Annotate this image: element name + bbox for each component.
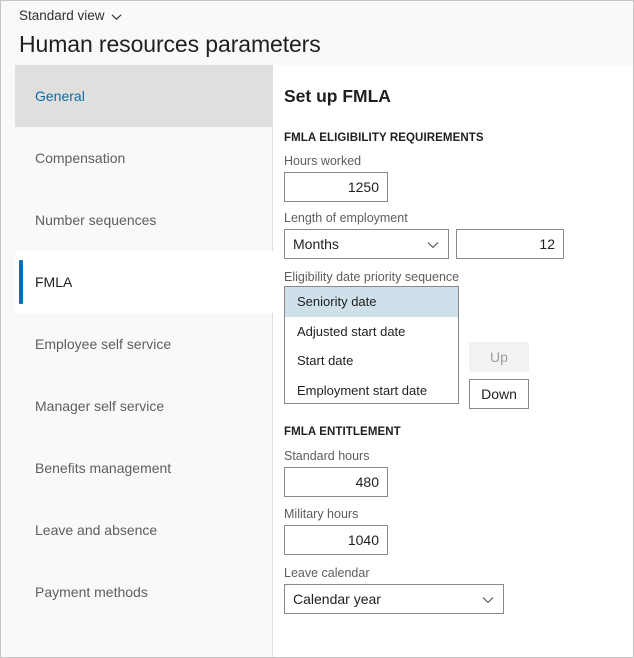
sidebar-item-label: Payment methods bbox=[35, 584, 148, 600]
selection-accent-bar bbox=[19, 260, 23, 304]
sidebar-item-payment-methods[interactable]: Payment methods bbox=[15, 561, 273, 623]
sidebar-item-label: FMLA bbox=[35, 274, 73, 290]
list-item-label: Seniority date bbox=[297, 294, 377, 310]
sidebar-item-general[interactable]: General bbox=[15, 65, 273, 127]
sidebar-item-number-sequences[interactable]: Number sequences bbox=[15, 189, 273, 251]
sidebar-item-manager-self-service[interactable]: Manager self service bbox=[15, 375, 273, 437]
settings-content-panel: Set up FMLA FMLA ELIGIBILITY REQUIREMENT… bbox=[274, 65, 633, 657]
leave-calendar-dropdown[interactable]: Calendar year bbox=[284, 584, 504, 614]
list-item[interactable]: Adjusted start date bbox=[285, 316, 458, 346]
sidebar-item-label: Employee self service bbox=[35, 336, 172, 352]
list-item-label: Adjusted start date bbox=[297, 323, 406, 339]
sidebar-item-employee-self-service[interactable]: Employee self service bbox=[15, 313, 273, 375]
view-selector-dropdown[interactable]: Standard view bbox=[19, 8, 122, 24]
priority-sequence-listbox[interactable]: Seniority date Adjusted start date Start… bbox=[284, 286, 459, 404]
hours-worked-label: Hours worked bbox=[284, 154, 362, 168]
list-item-label: Start date bbox=[297, 353, 354, 369]
hours-worked-input[interactable] bbox=[284, 172, 388, 202]
sidebar-item-benefits-management[interactable]: Benefits management bbox=[15, 437, 273, 499]
move-down-button[interactable]: Down bbox=[469, 379, 529, 409]
settings-sidebar: General Compensation Number sequences FM… bbox=[1, 65, 273, 657]
length-of-employment-label: Length of employment bbox=[284, 211, 408, 225]
move-up-button[interactable]: Up bbox=[469, 342, 529, 372]
chevron-down-icon bbox=[482, 596, 494, 604]
sidebar-item-label: Manager self service bbox=[35, 398, 165, 414]
list-item[interactable]: Start date bbox=[285, 346, 458, 376]
human-resources-parameters-window: Standard view Human resources parameters… bbox=[0, 0, 634, 658]
military-hours-label: Military hours bbox=[284, 507, 359, 521]
list-item-label: Employment start date bbox=[297, 382, 428, 398]
sidebar-item-fmla[interactable]: FMLA bbox=[15, 251, 273, 313]
move-up-button-label: Up bbox=[490, 349, 508, 365]
chevron-down-icon bbox=[427, 241, 439, 249]
length-of-employment-unit-dropdown[interactable]: Months bbox=[284, 229, 449, 259]
view-selector-label: Standard view bbox=[19, 8, 105, 23]
leave-calendar-label: Leave calendar bbox=[284, 566, 370, 580]
list-item[interactable]: Employment start date bbox=[285, 375, 458, 403]
chevron-down-icon bbox=[111, 13, 122, 20]
length-of-employment-unit-value: Months bbox=[293, 236, 339, 252]
priority-sequence-label: Eligibility date priority sequence bbox=[284, 270, 460, 284]
move-down-button-label: Down bbox=[481, 386, 517, 402]
sidebar-item-label: Number sequences bbox=[35, 212, 157, 228]
standard-hours-label: Standard hours bbox=[284, 449, 370, 463]
leave-calendar-value: Calendar year bbox=[293, 591, 381, 607]
sidebar-item-label: Leave and absence bbox=[35, 522, 158, 538]
standard-hours-input[interactable] bbox=[284, 467, 388, 497]
page-header: Standard view Human resources parameters bbox=[1, 1, 633, 65]
list-item[interactable]: Seniority date bbox=[285, 287, 458, 317]
page-title: Human resources parameters bbox=[19, 31, 321, 57]
sidebar-item-label: Compensation bbox=[35, 150, 126, 166]
sidebar-item-compensation[interactable]: Compensation bbox=[15, 127, 273, 189]
sidebar-item-label: General bbox=[35, 88, 85, 104]
content-heading: Set up FMLA bbox=[284, 86, 391, 106]
page-body: General Compensation Number sequences FM… bbox=[1, 65, 633, 657]
sidebar-item-label: Benefits management bbox=[35, 460, 172, 476]
section-heading-entitlement: FMLA ENTITLEMENT bbox=[284, 426, 401, 438]
military-hours-input[interactable] bbox=[284, 525, 388, 555]
section-heading-eligibility: FMLA ELIGIBILITY REQUIREMENTS bbox=[284, 132, 484, 144]
sidebar-item-leave-and-absence[interactable]: Leave and absence bbox=[15, 499, 273, 561]
length-of-employment-amount-input[interactable] bbox=[456, 229, 564, 259]
